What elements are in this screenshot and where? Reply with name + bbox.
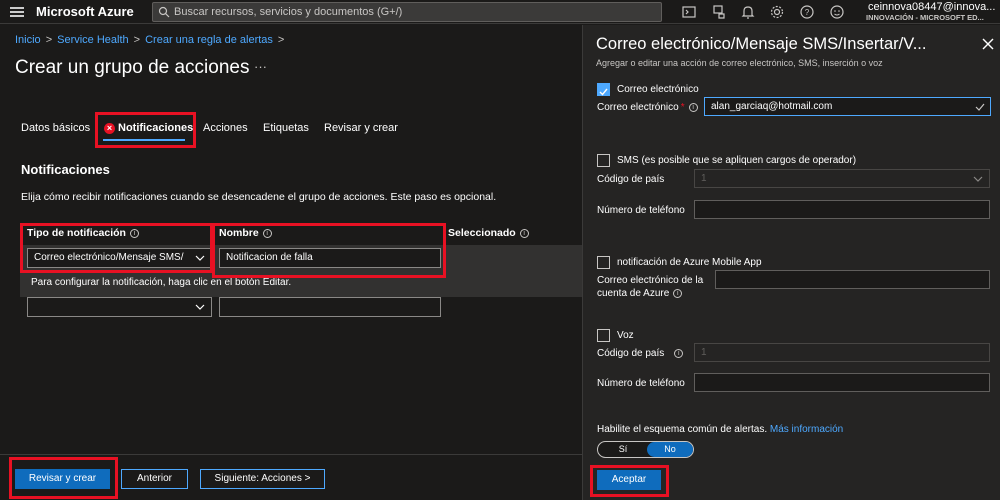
sms-checkbox-label: SMS (es posible que se apliquen cargos d… — [617, 155, 857, 166]
voice-checkbox[interactable] — [597, 329, 610, 342]
email-checkbox-label: Correo electrónico — [617, 84, 699, 95]
alert-schema-label: Habilite el esquema común de alertas. Má… — [597, 424, 844, 435]
edit-hint: Para configurar la notificación, haga cl… — [31, 277, 292, 288]
accept-button[interactable]: Aceptar — [597, 470, 661, 490]
account-org[interactable]: INNOVACIÓN - MICROSOFT ED... — [866, 13, 984, 22]
breadcrumb-create-alert-rule[interactable]: Crear una regla de alertas — [145, 34, 273, 46]
email-field-label: Correo electrónico * i — [597, 102, 698, 113]
column-header-selected: Seleccionado i — [448, 227, 529, 239]
notification-name-value: Notificacion de falla — [226, 252, 313, 263]
email-input[interactable]: alan_garciaq@hotmail.com — [704, 97, 991, 116]
create-action-group-pane: Inicio > Service Health > Crear una regla de… — [0, 25, 582, 500]
cloud-shell-icon[interactable] — [681, 4, 697, 20]
section-title: Notificaciones — [21, 162, 110, 177]
help-icon[interactable]: ? — [799, 4, 815, 20]
tab-notificaciones[interactable]: Notificaciones — [118, 122, 193, 134]
panel-title: Correo electrónico/Mensaje SMS/Insertar/… — [596, 35, 927, 53]
review-create-button[interactable]: Revisar y crear — [15, 469, 110, 489]
tab-datos-basicos[interactable]: Datos básicos — [21, 122, 90, 134]
gear-icon[interactable] — [769, 4, 785, 20]
info-icon[interactable]: i — [129, 228, 139, 238]
chevron-down-icon — [195, 255, 205, 261]
column-header-name: Nombre i — [219, 227, 272, 239]
sms-country-select[interactable]: 1 — [694, 169, 990, 188]
column-header-type: Tipo de notificación i — [27, 227, 139, 239]
toggle-option-no[interactable]: No — [647, 442, 693, 457]
notification-type-select-empty[interactable] — [27, 297, 212, 317]
tab-acciones[interactable]: Acciones — [203, 122, 248, 134]
top-bar: Microsoft Azure Buscar recursos, servici… — [0, 0, 1000, 24]
learn-more-link[interactable]: Más información — [770, 424, 843, 435]
footer-divider — [0, 454, 582, 455]
sms-phone-input[interactable] — [694, 200, 990, 219]
search-placeholder: Buscar recursos, servicios y documentos … — [174, 6, 403, 18]
voice-country-input[interactable]: 1 — [694, 343, 990, 362]
previous-button[interactable]: Anterior — [121, 469, 188, 489]
chevron-down-icon — [195, 304, 205, 310]
notification-type-select[interactable]: Correo electrónico/Mensaje SMS/I... — [27, 248, 212, 268]
hamburger-menu-icon[interactable] — [10, 5, 24, 19]
push-email-input[interactable] — [715, 270, 990, 289]
sms-country-label: Código de país — [597, 174, 665, 185]
breadcrumb-service-health[interactable]: Service Health — [57, 34, 129, 46]
push-checkbox[interactable] — [597, 256, 610, 269]
close-icon[interactable] — [981, 37, 995, 51]
valid-check-icon — [975, 103, 985, 111]
feedback-icon[interactable] — [829, 4, 845, 20]
panel-subtitle: Agregar o editar una acción de correo el… — [596, 58, 883, 68]
next-actions-button[interactable]: Siguiente: Acciones > — [200, 469, 325, 489]
alert-schema-toggle[interactable]: Sí No — [597, 441, 694, 458]
info-icon[interactable]: i — [673, 288, 683, 298]
search-input[interactable]: Buscar recursos, servicios y documentos … — [152, 2, 662, 22]
info-icon[interactable]: i — [262, 228, 272, 238]
voice-phone-label: Número de teléfono — [597, 378, 685, 389]
tab-etiquetas[interactable]: Etiquetas — [263, 122, 309, 134]
info-icon[interactable]: i — [519, 228, 529, 238]
sms-checkbox[interactable] — [597, 154, 610, 167]
page-title: Crear un grupo de acciones — [15, 57, 250, 78]
toggle-option-yes[interactable]: Sí — [598, 442, 648, 457]
notification-name-input[interactable]: Notificacion de falla — [219, 248, 441, 268]
tab-revisar-y-crear[interactable]: Revisar y crear — [324, 122, 398, 134]
active-tab-indicator — [103, 139, 185, 141]
email-sms-panel: Correo electrónico/Mensaje SMS/Insertar/… — [582, 25, 1000, 500]
chevron-down-icon — [973, 176, 983, 182]
email-checkbox[interactable] — [597, 83, 610, 96]
error-icon: × — [104, 123, 115, 134]
sms-phone-label: Número de teléfono — [597, 205, 685, 216]
brand-title[interactable]: Microsoft Azure — [36, 4, 134, 19]
push-email-label: Correo electrónico de la — [597, 275, 704, 286]
voice-checkbox-label: Voz — [617, 330, 634, 341]
tab-bar: Datos básicos × Notificaciones Acciones … — [0, 120, 582, 144]
voice-phone-input[interactable] — [694, 373, 990, 392]
push-checkbox-label: notificación de Azure Mobile App — [617, 257, 762, 268]
info-icon[interactable]: i — [688, 102, 698, 112]
notification-name-input-empty[interactable] — [219, 297, 441, 317]
breadcrumb-inicio[interactable]: Inicio — [15, 34, 41, 46]
info-icon[interactable]: i — [674, 348, 684, 358]
voice-country-label: Código de país i — [597, 348, 684, 359]
bell-icon[interactable] — [740, 4, 756, 20]
push-email-label-line2: cuenta de Azure i — [597, 288, 683, 299]
email-value: alan_garciaq@hotmail.com — [711, 101, 833, 112]
search-icon — [158, 6, 170, 18]
directory-filter-icon[interactable] — [711, 4, 727, 20]
section-description: Elija cómo recibir notificaciones cuando… — [21, 191, 497, 203]
svg-text:?: ? — [805, 8, 810, 17]
more-options-icon[interactable]: ··· — [254, 59, 267, 74]
account-name[interactable]: ceinnova08447@innova... — [868, 1, 995, 13]
checkmark-icon — [599, 88, 608, 96]
notification-type-value: Correo electrónico/Mensaje SMS/I... — [34, 252, 184, 263]
breadcrumb: Inicio > Service Health > Crear una regla de… — [15, 34, 285, 46]
